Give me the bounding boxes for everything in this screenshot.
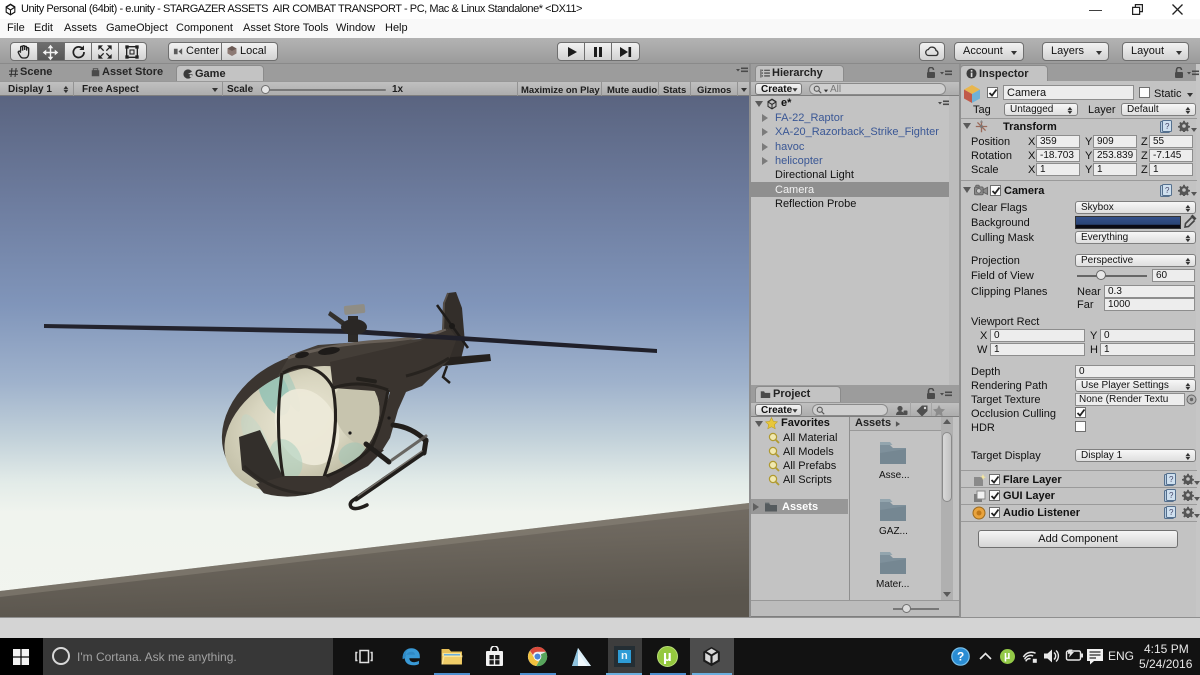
svg-text:?: ? (1169, 491, 1174, 500)
svg-text:?: ? (1165, 122, 1170, 131)
svg-text:?: ? (957, 649, 964, 663)
svg-text:?: ? (1169, 508, 1174, 517)
svg-text:?: ? (1165, 186, 1170, 195)
svg-text:?: ? (1169, 475, 1174, 484)
